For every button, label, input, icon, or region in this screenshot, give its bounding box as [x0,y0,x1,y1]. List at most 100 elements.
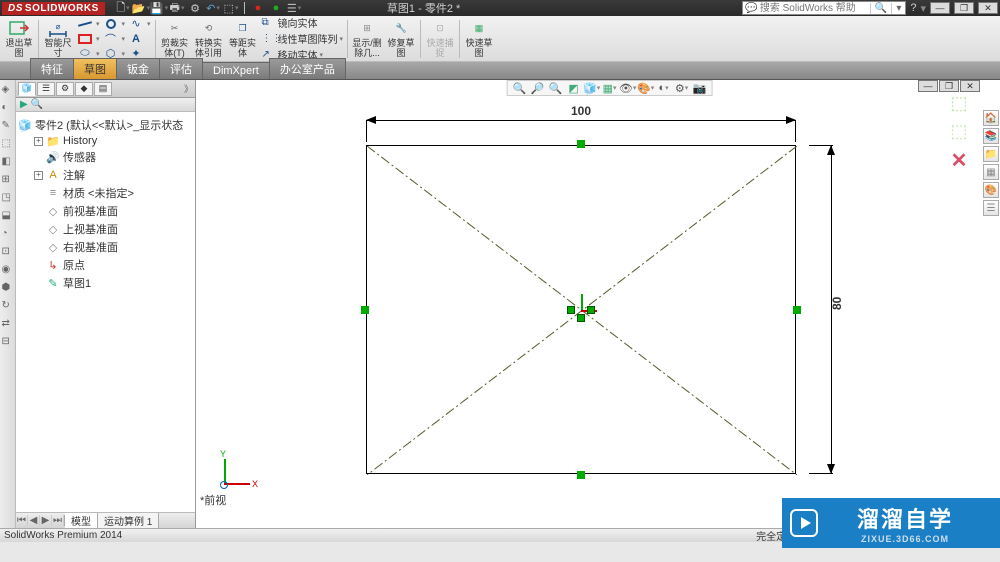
rail-icon[interactable]: ↻ [2,300,14,312]
linear-pattern-button[interactable]: ⋮⋮线性草图阵列▾ [262,31,344,46]
display-style-icon[interactable]: ▦ [602,81,618,95]
help-icon[interactable]: ? [910,2,916,14]
spline-tool[interactable]: ∿ [128,17,144,31]
scroll-next[interactable]: ▶ [40,515,52,526]
tree-item[interactable]: +📁History [18,134,193,148]
file-explorer-tab[interactable]: 📁 [983,146,999,162]
tree-item[interactable]: ◇前视基准面 [18,202,193,220]
dimension-height[interactable]: 80 [801,145,841,474]
scroll-first[interactable]: ⏮ [16,515,28,526]
tab-features[interactable]: 特征 [30,58,74,79]
rail-icon[interactable]: ◉ [2,264,14,276]
relation-handle[interactable] [793,306,801,314]
dimension-width[interactable]: 100 [366,110,796,140]
rail-icon[interactable]: ⊡ [2,246,14,258]
zoom-area-icon[interactable]: 🔎 [530,81,546,95]
line-tool[interactable] [77,17,93,31]
rectangle-tool[interactable] [77,32,93,46]
arc-tool[interactable]: ⌒ [103,32,119,46]
appearances-tab[interactable]: 🎨 [983,182,999,198]
feature-tree-tab[interactable]: 🧊 [18,82,36,96]
rail-icon[interactable]: ◧ [2,156,14,168]
rail-icon[interactable]: ⬓ [2,210,14,222]
scroll-prev[interactable]: ◀ [28,515,40,526]
tree-item-active[interactable]: ✎草图1 [18,274,193,292]
rapid-sketch-button[interactable]: ▦快速草 图 [464,19,494,59]
tree-item[interactable]: 🔊传感器 [18,148,193,166]
view-triad[interactable]: YX [216,453,256,493]
design-library-tab[interactable]: 📚 [983,128,999,144]
resources-tab[interactable]: 🏠 [983,110,999,126]
rebuild-red-icon[interactable]: ● [251,1,265,15]
prev-view-icon[interactable]: 🔍 [548,81,564,95]
rail-icon[interactable]: ⊞ [2,174,14,186]
close-button[interactable]: ✕ [978,2,998,14]
print-icon[interactable]: 🖶 [170,1,184,15]
tree-item[interactable]: ◇右视基准面 [18,238,193,256]
options-icon[interactable]: ☰ [287,1,301,15]
help-search[interactable]: 💬 🔍 ▾ [742,1,906,15]
tab-evaluate[interactable]: 评估 [159,58,203,79]
new-icon[interactable]: 🗋 [116,1,130,15]
tree-root[interactable]: 🧊零件2 (默认<<默认>_显示状态 [18,116,193,134]
property-tab[interactable]: ☰ [37,82,55,96]
feature-tree[interactable]: 🧊零件2 (默认<<默认>_显示状态 +📁History 🔊传感器 +A注解 ≡… [16,112,195,512]
custom-props-tab[interactable]: ☰ [983,200,999,216]
tree-item[interactable]: ◇上视基准面 [18,220,193,238]
rail-icon[interactable]: ◈ [2,84,14,96]
render-icon[interactable]: 📷 [692,81,708,95]
settings-icon[interactable]: ⚙ [188,1,202,15]
panel-expand[interactable]: 》 [184,82,193,95]
rail-icon[interactable]: ◐ [2,102,14,114]
appearance-icon[interactable]: ◐ [656,81,672,95]
save-icon[interactable]: 💾 [152,1,166,15]
rail-icon[interactable]: ⊟ [2,336,14,348]
rebuild-green-icon[interactable]: ● [269,1,283,15]
offset-button[interactable]: ❐等距实 体 [228,19,258,59]
rail-icon[interactable]: ⇄ [2,318,14,330]
tree-item[interactable]: +A注解 [18,166,193,184]
motion-study-tab[interactable]: 运动算例 1 [98,513,159,528]
ok-icon-2[interactable]: ⬚ [948,120,970,142]
orientation-icon[interactable]: 🧊 [584,81,600,95]
repair-sketch-button[interactable]: 🔧修复草 图 [386,19,416,59]
settings-icon[interactable]: ⚙ [674,81,690,95]
search-icon[interactable]: 🔍 [870,3,891,14]
rectangle[interactable] [366,145,796,474]
relation-handle[interactable] [577,471,585,479]
exit-sketch-button[interactable]: 退出草 图 [4,19,34,59]
open-icon[interactable]: 📂 [134,1,148,15]
rail-icon[interactable]: ◔ [2,228,14,240]
view-palette-tab[interactable]: ▦ [983,164,999,180]
zoom-fit-icon[interactable]: 🔍 [512,81,528,95]
cancel-icon[interactable]: ✕ [951,148,968,173]
display-delete-button[interactable]: ⊞显示/删 除几... [352,19,382,59]
hide-show-icon[interactable]: 👁 [620,81,636,95]
scene-icon[interactable]: 🎨 [638,81,654,95]
display-tab[interactable]: ▤ [94,82,112,96]
rail-icon[interactable]: ◳ [2,192,14,204]
scroll-last[interactable]: ⏭ [52,515,64,526]
quick-snap-button[interactable]: ⊡快速捕 捉 [425,19,455,59]
model-tab[interactable]: 模型 [65,513,98,528]
doc-minimize[interactable]: — [918,80,938,92]
tab-sheetmetal[interactable]: 钣金 [116,58,160,79]
mirror-button[interactable]: ⧉镜向实体 [262,15,344,30]
graphics-area[interactable]: 🔍 🔎 🔍 ◩ 🧊 ▦ 👁 🎨 ◐ ⚙ 📷 — ❐ ✕ ⬚ ⬚ ✕ [196,80,982,528]
ok-icon[interactable]: ⬚ [948,92,970,114]
text-tool[interactable]: A [128,32,144,46]
doc-close[interactable]: ✕ [960,80,980,92]
search-input[interactable] [760,2,870,14]
maximize-button[interactable]: ❐ [954,2,974,14]
doc-restore[interactable]: ❐ [939,80,959,92]
tab-sketch[interactable]: 草图 [73,58,117,79]
smart-dimension-button[interactable]: ⌀ 智能尺 寸 [43,19,73,59]
select-icon[interactable]: ⬚ [224,1,238,15]
undo-icon[interactable]: ↶ [206,1,220,15]
filter-bar[interactable]: ▶ 🔍 [16,98,195,112]
tab-office[interactable]: 办公室产品 [269,58,346,79]
tree-item[interactable]: ≡材质 <未指定> [18,184,193,202]
relation-handle[interactable] [577,140,585,148]
dim-tab[interactable]: ◆ [75,82,93,96]
relation-handle[interactable] [361,306,369,314]
